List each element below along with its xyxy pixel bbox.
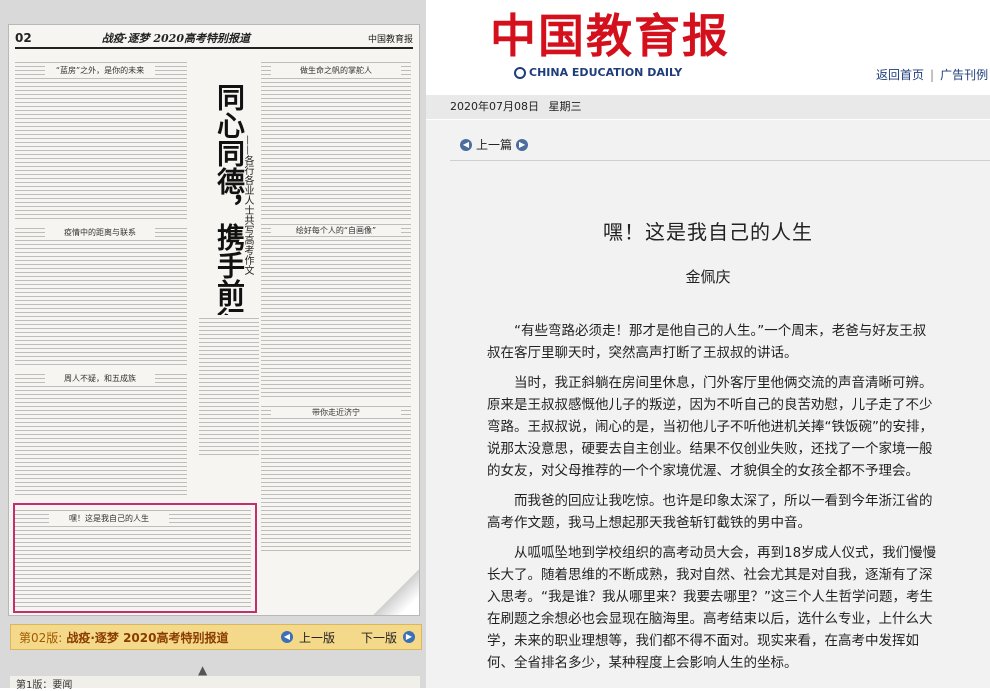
article-title-thumb[interactable]: “蓝房”之外，是你的未来 [45, 65, 155, 76]
edition-name: 战疫·逐梦 2020高考特别报道 [66, 630, 229, 645]
issue-weekday: 星期三 [548, 100, 582, 113]
prev-edition-link[interactable]: 上一版 [299, 629, 335, 646]
article-block[interactable] [15, 371, 187, 497]
issue-date: 2020年07月08日 [450, 100, 539, 113]
prev-arrow-icon[interactable]: ◀ [280, 631, 293, 643]
date-bar: 2020年07月08日 星期三 [426, 95, 990, 119]
divider [450, 160, 990, 161]
page-curl [373, 569, 419, 615]
scroll-up-icon[interactable]: ▲ [198, 663, 207, 677]
ad-rates-link[interactable]: 广告刊例 [940, 68, 988, 82]
next-edition-link[interactable]: 下一版 [361, 629, 397, 646]
article-block[interactable] [261, 221, 411, 397]
prev-article-link[interactable]: 上一篇 [476, 136, 512, 153]
logo-en-text: CHINA EDUCATION DAILY [529, 66, 683, 79]
prev-article-icon[interactable]: ◀ [460, 138, 472, 151]
newspaper-page-thumbnail[interactable]: 02 战疫·逐梦 2020高考特别报道 中国教育报 “蓝房”之外，是你的未来 疫… [8, 24, 420, 616]
prev-article-arrow-icon[interactable]: ▶ [516, 138, 529, 151]
selected-article-highlight[interactable] [13, 503, 257, 613]
article-title-thumb[interactable]: 做生命之帆的掌舵人 [271, 65, 401, 76]
article-paragraph: 从呱呱坠地到学校组织的高考动员大会，再到18岁成人仪式，我们慢慢长大了。随着思维… [487, 545, 937, 671]
paper-header: 02 战疫·逐梦 2020高考特别报道 中国教育报 [15, 29, 413, 49]
article-paragraph: “有些弯路必须走！那才是他自己的人生。”一个周末，老爸与好友王叔叔在客厅里聊天时… [487, 323, 927, 361]
next-arrow-icon[interactable]: ▶ [403, 631, 415, 643]
article-paragraph: 而我爸的回应让我吃惊。也许是印象太深了，所以一看到今年浙江省的高考作文题，我马上… [487, 493, 933, 531]
article-paragraph: 当时，我正斜躺在房间里休息，门外客厅里他俩交流的声音清晰可辨。原来是王叔叔感慨他… [487, 375, 933, 479]
logo-mark-icon [514, 67, 526, 79]
paper-header-logo: 中国教育报 [367, 34, 413, 45]
article-block[interactable] [15, 225, 187, 365]
article-container: ◀ 上一篇 ▶ 嘿！这是我自己的人生 金佩庆 “有些弯路必须走！那才是他自己的人… [426, 120, 990, 688]
edition-list: 第1版：要闻 [10, 676, 420, 691]
edition-bar: 第02版: 战疫·逐梦 2020高考特别报道 ◀ 上一版 下一版 ▶ [10, 624, 422, 650]
article-block[interactable] [261, 403, 411, 553]
page-number: 02 [15, 31, 32, 45]
front-subheadline: ——各行各业人士共写高考作文 [242, 135, 253, 275]
article-block[interactable] [15, 59, 187, 219]
top-links: 返回首页 | 广告刊例 [876, 68, 989, 82]
article-title-thumb[interactable]: 带你走近济宁 [271, 407, 401, 418]
paper-panel: 02 战疫·逐梦 2020高考特别报道 中国教育报 “蓝房”之外，是你的未来 疫… [0, 0, 426, 691]
article-title-thumb[interactable]: 绘好每个人的“自画像” [271, 225, 401, 236]
article-title-thumb[interactable]: 疫情中的距离与联系 [45, 227, 155, 238]
edition-list-item[interactable]: 第1版：要闻 [16, 680, 72, 691]
article-panel: 中国教育报 CHINA EDUCATION DAILY 返回首页 | 广告刊例 20… [426, 0, 990, 688]
article-title-thumb[interactable]: 周人不疑，和五成族 [45, 373, 155, 384]
edition-nav: ◀ 上一版 下一版 ▶ [280, 629, 415, 646]
article-author: 金佩庆 [685, 268, 731, 286]
edition-number: 第02版: [19, 630, 63, 645]
home-link[interactable]: 返回首页 [876, 68, 924, 82]
article-block[interactable] [199, 315, 259, 455]
front-headline: 同心同德，携手前行 [213, 83, 246, 335]
paper-header-title: 战疫·逐梦 2020高考特别报道 [101, 32, 250, 45]
article-block[interactable] [261, 59, 411, 219]
article-body: “有些弯路必须走！那才是他自己的人生。”一个周末，老爸与好友王叔叔在客厅里聊天时… [487, 320, 939, 682]
site-logo-en: CHINA EDUCATION DAILY [514, 66, 682, 79]
prev-article-nav[interactable]: ◀ 上一篇 ▶ [460, 136, 529, 153]
article-title: 嘿！这是我自己的人生 [603, 220, 813, 244]
site-logo[interactable]: 中国教育报 [490, 0, 730, 66]
